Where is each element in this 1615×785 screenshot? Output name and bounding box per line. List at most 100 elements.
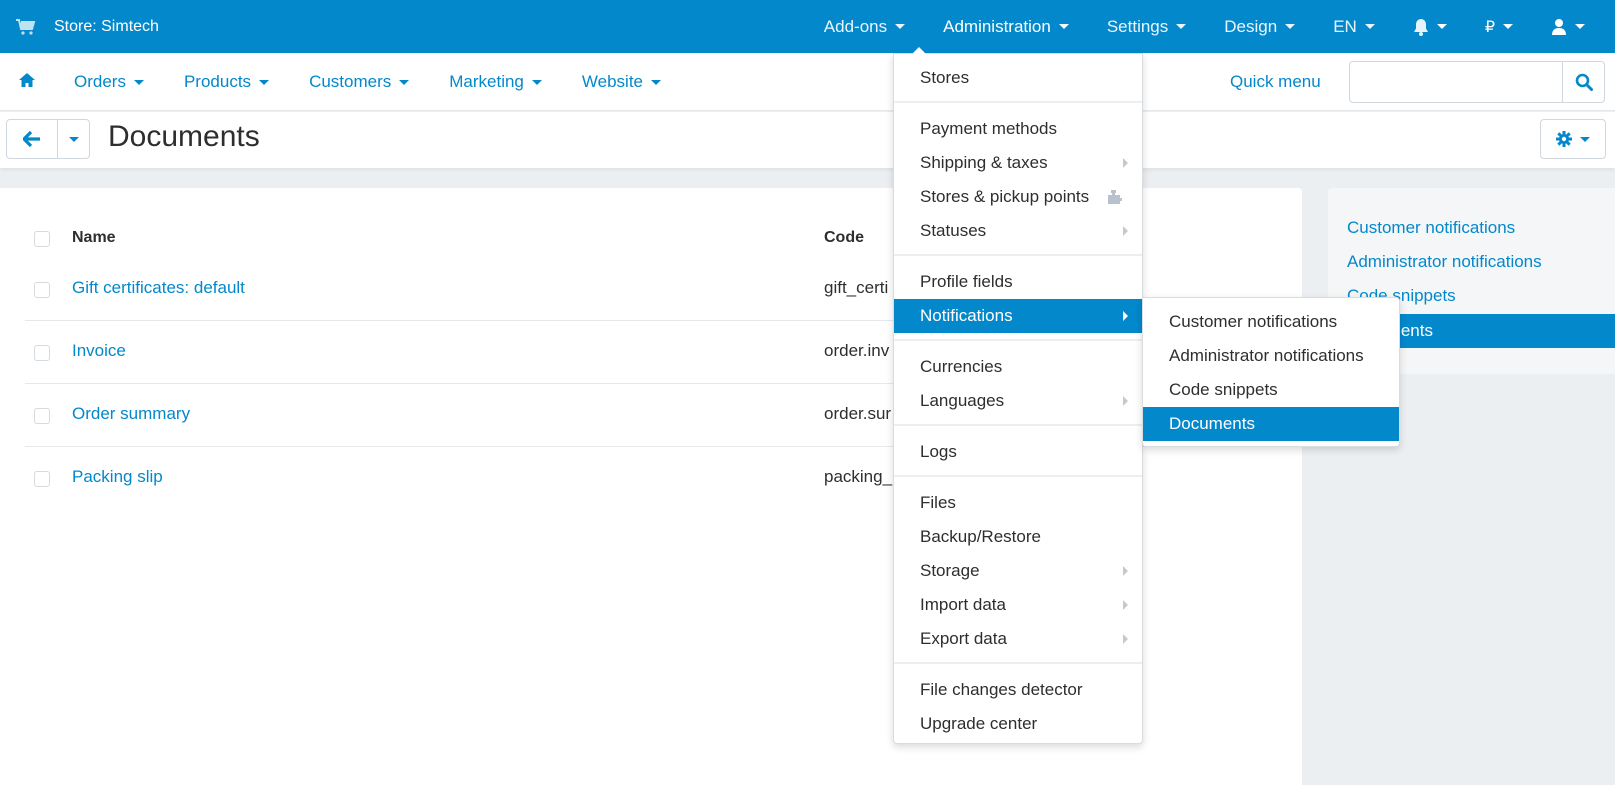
menu-divider bbox=[894, 339, 1142, 341]
menu-item-currencies[interactable]: Currencies bbox=[894, 350, 1142, 384]
menu-item-label: Languages bbox=[920, 391, 1005, 410]
caret-down-icon bbox=[1176, 24, 1187, 29]
menu-item-stores-pickup-points[interactable]: Stores & pickup points bbox=[894, 180, 1142, 214]
menu-item-import-data[interactable]: Import data bbox=[894, 588, 1142, 622]
back-button[interactable] bbox=[7, 120, 58, 158]
menu-item-notifications[interactable]: Notifications bbox=[894, 299, 1142, 333]
topnav-language[interactable]: EN bbox=[1333, 17, 1375, 37]
administration-dropdown: Stores Payment methods Shipping & taxes … bbox=[893, 47, 1143, 744]
menu-item-upgrade-center[interactable]: Upgrade center bbox=[894, 707, 1142, 741]
chevron-right-icon bbox=[1123, 634, 1128, 644]
menu-item-shipping-taxes[interactable]: Shipping & taxes bbox=[894, 146, 1142, 180]
document-name-link[interactable]: Invoice bbox=[72, 341, 126, 361]
puzzle-icon bbox=[1108, 190, 1122, 204]
user-icon bbox=[1552, 19, 1566, 35]
quick-menu-link[interactable]: Quick menu bbox=[1230, 72, 1321, 92]
document-name-link[interactable]: Order summary bbox=[72, 404, 190, 424]
currency-menu[interactable]: ₽ bbox=[1485, 17, 1513, 37]
caret-down-icon bbox=[895, 24, 906, 29]
menu-item-label: Import data bbox=[920, 595, 1006, 614]
menu-item-payment-methods[interactable]: Payment methods bbox=[894, 112, 1142, 146]
search-input[interactable] bbox=[1350, 62, 1562, 102]
menu-item-stores[interactable]: Stores bbox=[894, 61, 1142, 95]
caret-down-icon bbox=[68, 136, 79, 142]
store-switcher[interactable]: Store: Simtech bbox=[16, 0, 159, 53]
notifications-menu[interactable] bbox=[1413, 18, 1447, 36]
menu-item-label: Logs bbox=[920, 442, 957, 461]
nav-website[interactable]: Website bbox=[582, 72, 661, 92]
search-button[interactable] bbox=[1562, 62, 1604, 102]
nav-products[interactable]: Products bbox=[183, 72, 270, 92]
chevron-right-icon bbox=[1123, 311, 1128, 321]
nav-marketing[interactable]: Marketing bbox=[449, 72, 542, 92]
menu-item-label: Stores & pickup points bbox=[920, 187, 1090, 206]
menu-item-label: Export data bbox=[920, 629, 1007, 648]
submenu-item-customer-notifications[interactable]: Customer notifications bbox=[1143, 305, 1399, 339]
nav-orders[interactable]: Orders bbox=[74, 72, 144, 92]
ruble-icon: ₽ bbox=[1484, 18, 1495, 36]
topnav-settings[interactable]: Settings bbox=[1107, 17, 1187, 37]
search-box bbox=[1349, 61, 1605, 103]
document-name-link[interactable]: Packing slip bbox=[72, 467, 163, 487]
document-code: gift_certi bbox=[824, 278, 889, 297]
chevron-right-icon bbox=[1123, 396, 1128, 406]
row-checkbox[interactable] bbox=[34, 471, 50, 487]
caret-down-icon bbox=[1058, 24, 1069, 29]
title-bar: Documents bbox=[0, 112, 1615, 168]
select-all-checkbox[interactable] bbox=[34, 231, 50, 247]
menu-item-label: Backup/Restore bbox=[920, 527, 1041, 546]
row-checkbox[interactable] bbox=[34, 345, 50, 361]
topnav-administration[interactable]: Administration bbox=[943, 17, 1069, 37]
topnav-addons[interactable]: Add-ons bbox=[823, 16, 906, 37]
menu-divider bbox=[894, 662, 1142, 664]
menu-item-label: Upgrade center bbox=[920, 714, 1038, 733]
topnav-label: Administration bbox=[943, 16, 1051, 36]
menu-item-storage[interactable]: Storage bbox=[894, 554, 1142, 588]
menu-item-label: Statuses bbox=[920, 221, 987, 240]
nav-label: Website bbox=[581, 72, 643, 91]
menu-item-statuses[interactable]: Statuses bbox=[894, 214, 1142, 248]
column-header-name[interactable]: Name bbox=[72, 229, 116, 247]
document-code: packing_ bbox=[824, 467, 893, 486]
document-code: order.sur bbox=[824, 404, 892, 423]
nav-label: Products bbox=[183, 72, 252, 91]
topnav-design[interactable]: Design bbox=[1224, 17, 1296, 37]
menu-item-profile-fields[interactable]: Profile fields bbox=[894, 265, 1142, 299]
nav-customers[interactable]: Customers bbox=[309, 72, 410, 92]
submenu-item-documents[interactable]: Documents bbox=[1143, 407, 1399, 441]
caret-down-icon bbox=[1503, 24, 1513, 29]
submenu-item-administrator-notifications[interactable]: Administrator notifications bbox=[1143, 339, 1399, 373]
sidebar-item-customer-notifications[interactable]: Customer notifications bbox=[1347, 218, 1515, 238]
nav-label: Orders bbox=[74, 72, 126, 91]
menu-item-export-data[interactable]: Export data bbox=[894, 622, 1142, 656]
menu-divider bbox=[894, 475, 1142, 477]
caret-down-icon bbox=[133, 79, 144, 85]
search-icon bbox=[1575, 73, 1593, 91]
home-icon[interactable] bbox=[18, 72, 36, 88]
submenu-item-code-snippets[interactable]: Code snippets bbox=[1143, 373, 1399, 407]
arrow-left-icon bbox=[23, 131, 40, 147]
chevron-right-icon bbox=[1123, 158, 1128, 168]
topnav-label: EN bbox=[1333, 16, 1357, 36]
sidebar-item-administrator-notifications[interactable]: Administrator notifications bbox=[1347, 252, 1542, 272]
caret-down-icon bbox=[651, 79, 661, 85]
row-checkbox[interactable] bbox=[34, 282, 50, 298]
settings-button[interactable] bbox=[1540, 119, 1606, 159]
back-dropdown-button[interactable] bbox=[58, 120, 89, 158]
document-name-link[interactable]: Gift certificates: default bbox=[72, 278, 245, 298]
menu-item-files[interactable]: Files bbox=[894, 486, 1142, 520]
menu-item-logs[interactable]: Logs bbox=[894, 435, 1142, 469]
topnav-label: Add-ons bbox=[823, 16, 888, 36]
menu-item-label: Shipping & taxes bbox=[920, 153, 1048, 172]
row-checkbox[interactable] bbox=[34, 408, 50, 424]
menu-item-file-changes-detector[interactable]: File changes detector bbox=[894, 673, 1142, 707]
menu-item-label: Payment methods bbox=[920, 119, 1058, 138]
menu-item-languages[interactable]: Languages bbox=[894, 384, 1142, 418]
dropdown-notch bbox=[912, 47, 926, 54]
column-header-code[interactable]: Code bbox=[824, 229, 864, 247]
menu-item-label: Currencies bbox=[920, 357, 1003, 376]
chevron-right-icon bbox=[1123, 566, 1128, 576]
user-menu[interactable] bbox=[1551, 18, 1585, 35]
menu-item-backup-restore[interactable]: Backup/Restore bbox=[894, 520, 1142, 554]
menu-divider bbox=[894, 254, 1142, 256]
